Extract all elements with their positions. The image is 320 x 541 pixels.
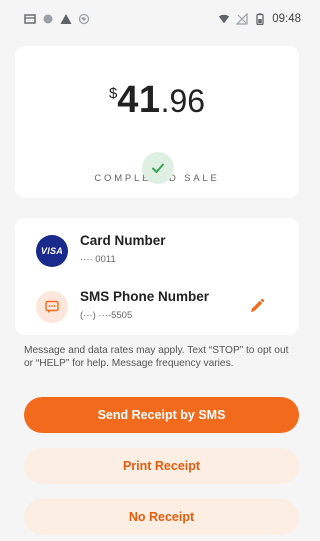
- currency-symbol: $: [108, 85, 118, 102]
- print-receipt-button[interactable]: Print Receipt: [24, 448, 299, 484]
- wifi-icon: [219, 14, 230, 24]
- sms-phone-value: (···) ···-5505: [80, 310, 133, 321]
- no-receipt-button[interactable]: No Receipt: [24, 499, 299, 535]
- visa-icon: VISA: [36, 235, 68, 267]
- sms-disclaimer: Message and data rates may apply. Text “…: [24, 345, 289, 369]
- check-icon: [152, 163, 164, 173]
- warning-icon: [60, 14, 72, 24]
- card-number-value: ···· 0011: [80, 254, 116, 265]
- no-signal-icon: [236, 13, 248, 25]
- circle-icon: [43, 14, 53, 24]
- amount-cents: .96: [160, 83, 206, 119]
- app-window-icon: [24, 14, 36, 24]
- status-bar: 09:48: [0, 0, 309, 38]
- battery-icon: [256, 13, 264, 25]
- amount-whole: 41: [117, 79, 161, 121]
- pencil-icon[interactable]: [248, 297, 266, 315]
- globe-icon: [78, 13, 90, 25]
- status-time: 09:48: [272, 13, 301, 25]
- sale-amount: $41.96: [15, 79, 299, 122]
- send-receipt-sms-button[interactable]: Send Receipt by SMS: [24, 397, 299, 433]
- card-number-row: VISA Card Number ···· 0011: [15, 232, 299, 272]
- status-bar-left: [24, 13, 90, 25]
- card-number-title: Card Number: [80, 233, 166, 248]
- sms-phone-title: SMS Phone Number: [80, 289, 210, 304]
- payment-info-card: VISA Card Number ···· 0011 SMS Phone Num…: [15, 218, 299, 335]
- success-badge: [142, 152, 174, 184]
- message-icon: [36, 291, 68, 323]
- sms-phone-row[interactable]: SMS Phone Number (···) ···-5505: [15, 288, 299, 328]
- status-bar-right: 09:48: [218, 13, 301, 25]
